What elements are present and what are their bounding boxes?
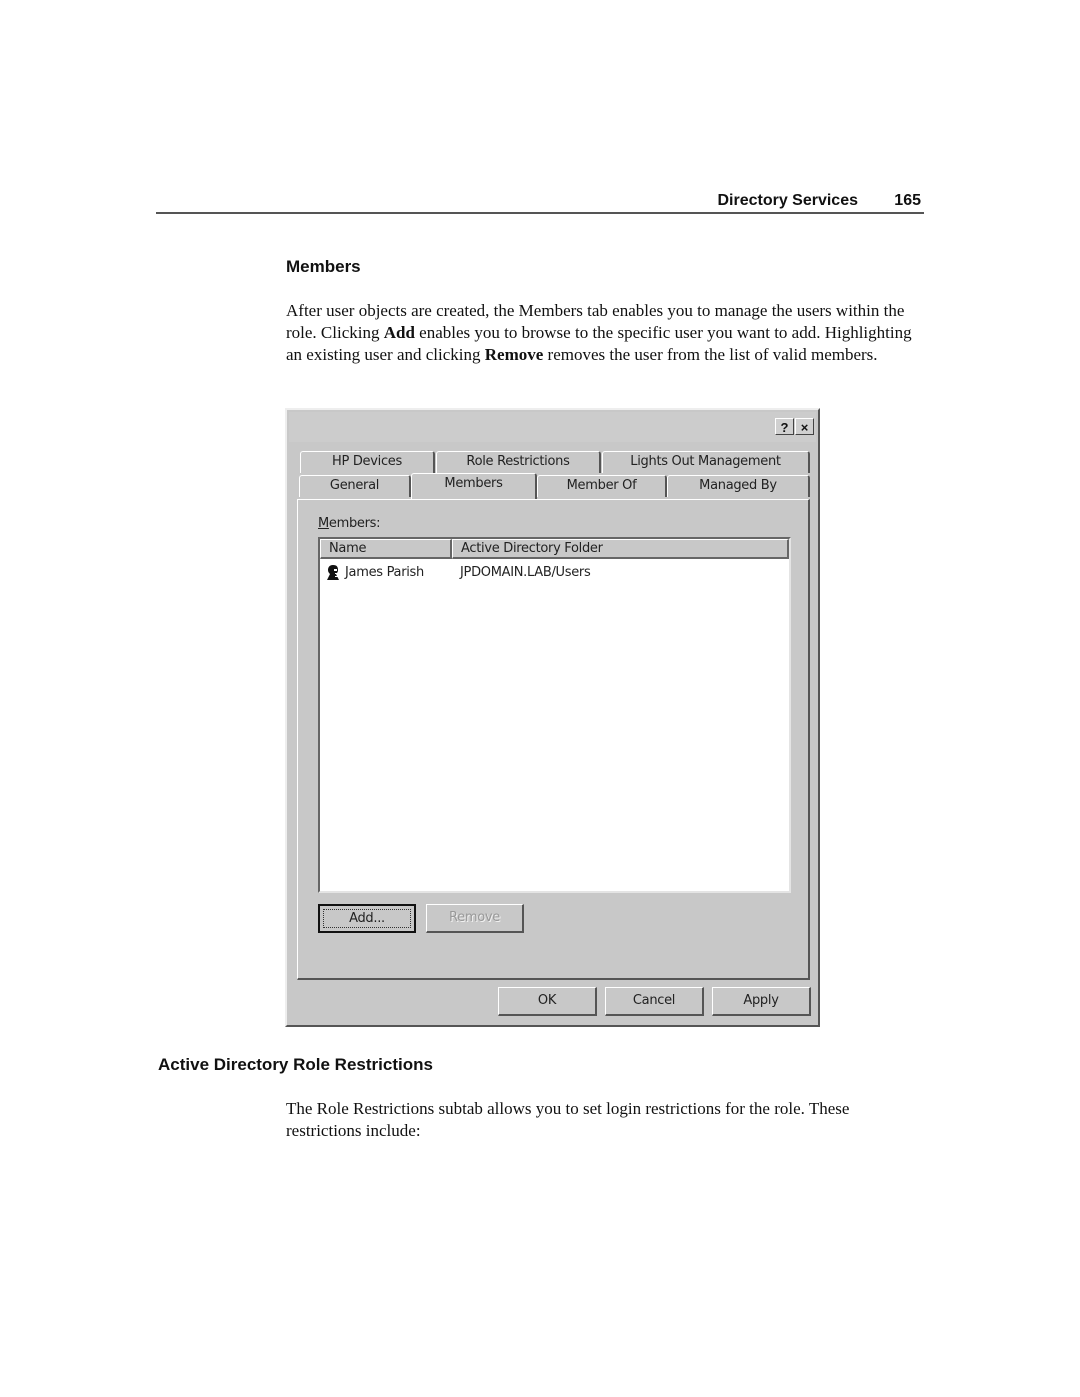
tab-role-restrictions[interactable]: Role Restrictions [436, 451, 601, 473]
restrictions-heading: Active Directory Role Restrictions [158, 1055, 433, 1074]
list-item[interactable]: James Parish JPDOMAIN.LAB/Users [320, 563, 789, 583]
tab-hp-devices[interactable]: HP Devices [300, 451, 435, 473]
dialog-titlebar: ? × [289, 412, 816, 442]
tab-general[interactable]: General [299, 475, 411, 497]
members-label-mnemonic: M [318, 516, 329, 531]
column-header-name[interactable]: Name [320, 539, 452, 559]
column-header-folder[interactable]: Active Directory Folder [452, 539, 789, 559]
members-panel: Members: Name Active Directory Folder Ja… [297, 499, 810, 980]
section-title: Directory Services [717, 192, 858, 209]
remove-button-label: Remove [449, 910, 500, 925]
members-label-text: embers: [328, 516, 381, 531]
members-paragraph: After user objects are created, the Memb… [286, 300, 926, 366]
restrictions-paragraph: The Role Restrictions subtab allows you … [286, 1099, 850, 1140]
help-icon: ? [780, 420, 789, 435]
properties-dialog: ? × HP Devices Role Restrictions Lights … [285, 408, 820, 1027]
close-button[interactable]: × [795, 418, 814, 435]
page-number: 165 [894, 192, 921, 209]
remove-button[interactable]: Remove [426, 904, 524, 933]
help-button[interactable]: ? [775, 418, 794, 435]
tab-members[interactable]: Members [411, 473, 537, 499]
user-icon [327, 565, 339, 580]
bold-term: Add [383, 323, 415, 342]
close-icon: × [800, 420, 809, 435]
apply-button[interactable]: Apply [712, 987, 811, 1016]
members-listview[interactable]: Name Active Directory Folder James Paris… [318, 537, 791, 893]
tab-member-of[interactable]: Member Of [537, 475, 667, 497]
cancel-button[interactable]: Cancel [605, 987, 704, 1016]
running-header: Directory Services 165 [156, 190, 924, 214]
tab-managed-by[interactable]: Managed By [667, 475, 810, 497]
ok-button[interactable]: OK [498, 987, 597, 1016]
focus-rect [323, 909, 411, 928]
add-button[interactable]: Add... [318, 904, 416, 933]
paragraph-run: removes the user from the list of valid … [543, 345, 878, 364]
bold-term: Remove [484, 345, 544, 364]
member-folder: JPDOMAIN.LAB/Users [460, 565, 591, 580]
tab-lights-out-management[interactable]: Lights Out Management [602, 451, 810, 473]
members-heading: Members [286, 257, 361, 276]
member-name: James Parish [345, 565, 424, 580]
members-label: Members: [318, 516, 381, 531]
